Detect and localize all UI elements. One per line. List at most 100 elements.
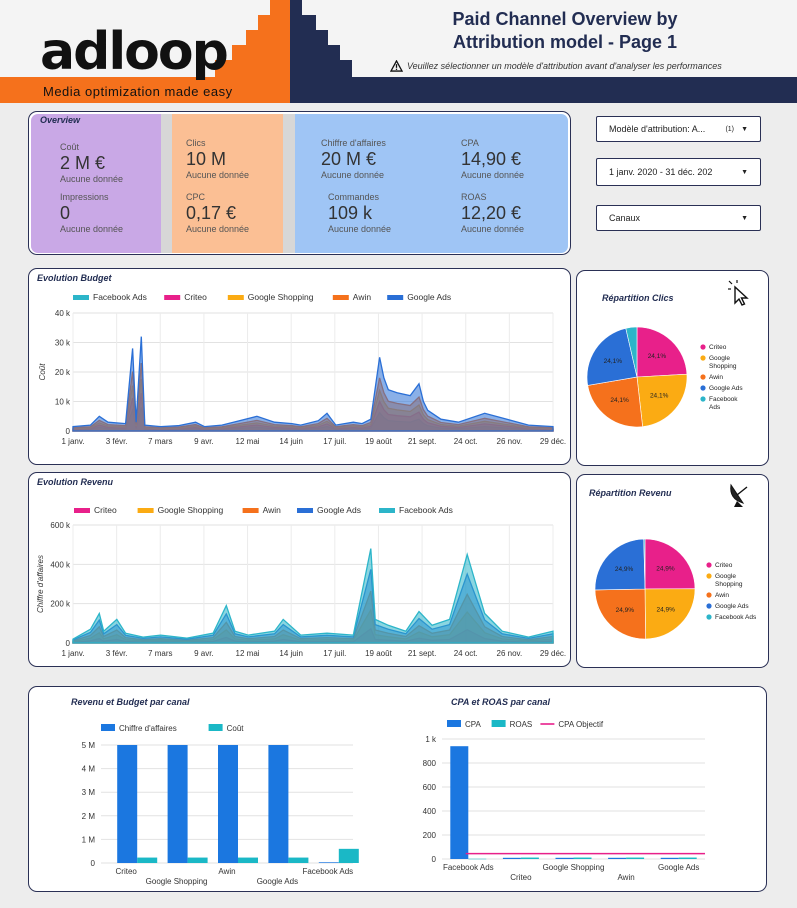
- bar-co-t: [338, 848, 359, 863]
- dish-antenna: [736, 486, 748, 496]
- bar-co-t: [187, 857, 208, 863]
- y-tick-label: 1 M: [82, 835, 96, 844]
- repartition-revenu-panel: Répartition Revenu 24,9% 24,9% 24,9% 24,9% Cr…: [576, 474, 769, 668]
- evolution-budget-panel: Evolution Budget Facebook Ads Criteo Google…: [28, 268, 571, 465]
- bar-co-t: [137, 857, 158, 863]
- repartition-clics-chart: Répartition Clics 24,1% 24,1% 24,1% 24,1% Cri…: [586, 280, 749, 428]
- kpi-ca-value: 20 M €: [321, 149, 377, 169]
- x-tick-label: Awin: [218, 867, 235, 876]
- pie-data-label: 24,9%: [656, 565, 675, 572]
- canaux-dropdown[interactable]: Canaux ▼: [596, 205, 761, 231]
- kpi-clics-sub: Aucune donnée: [186, 170, 250, 180]
- y-tick-label: 4 M: [82, 765, 96, 774]
- kpi-roas-label: ROAS: [461, 192, 487, 202]
- y-tick-label: 1 k: [425, 735, 437, 744]
- legend-swatch: [164, 295, 181, 300]
- pie-slice: [644, 538, 696, 590]
- x-tick-label: 7 mars: [148, 437, 172, 446]
- pie-slice: [594, 538, 646, 591]
- kpi-cpc-sub: Aucune donnée: [186, 224, 250, 234]
- bar-cpa: [502, 857, 521, 859]
- pie-data-label: 24,1%: [648, 353, 667, 360]
- kpi-cout-label: Coût: [60, 142, 80, 152]
- bottom-bar-charts: Revenu et Budget par canal Chiffre d'affa…: [71, 697, 705, 886]
- kpi-cout-value: 2 M €: [60, 153, 106, 173]
- x-tick-label: 26 nov.: [497, 649, 523, 658]
- bar-co-t: [288, 857, 309, 863]
- x-tick-label: Criteo: [510, 873, 532, 882]
- overview-title: Overview: [40, 115, 81, 125]
- x-tick-label: Criteo: [116, 867, 138, 876]
- kpi-clics-label: Clics: [186, 138, 206, 148]
- legend-swatch: [137, 508, 154, 513]
- bar-chiffre-d-affaires: [218, 745, 238, 863]
- bar-roas: [678, 857, 697, 859]
- x-tick-label: 21 sept.: [408, 649, 436, 658]
- bar-chiffre-d-affaires: [167, 745, 188, 863]
- legend-swatch: [706, 592, 712, 598]
- y-axis-label: Coût: [38, 363, 47, 381]
- legend-swatch: [706, 573, 712, 579]
- legend-label: Ads: [709, 404, 721, 411]
- y-tick-label: 5 M: [82, 741, 96, 750]
- x-tick-label: 9 avr.: [194, 437, 214, 446]
- click-ray: [728, 280, 733, 285]
- cursor-click-icon: [728, 280, 749, 306]
- bar-cpa: [555, 857, 574, 859]
- kpi-cpa-value: 14,90 €: [461, 149, 522, 169]
- overview-separator: [161, 114, 172, 253]
- evolution-revenu-panel: Evolution Revenu Criteo Google Shopping Awi…: [28, 472, 571, 667]
- repartition-revenu-chart: Répartition Revenu 24,9% 24,9% 24,9% 24,9% Cr…: [589, 483, 757, 640]
- x-tick-label: Google Shopping: [543, 863, 605, 872]
- legend-swatch: [101, 724, 115, 731]
- x-tick-label: 17 juil.: [323, 437, 346, 446]
- kpi-clics-value: 10 M: [186, 149, 227, 169]
- y-tick-label: 30 k: [55, 339, 71, 348]
- kpi-impressions-sub: Aucune donnée: [60, 224, 124, 234]
- legend-label: Chiffre d'affaires: [119, 724, 177, 733]
- warning-text: Veuillez sélectionner un modèle d'attrib…: [407, 61, 722, 71]
- bar-chiffre-d-affaires: [318, 862, 339, 863]
- legend-swatch: [700, 344, 706, 350]
- legend-swatch: [447, 720, 461, 727]
- bar-roas: [520, 857, 539, 859]
- kpi-cpa-sub: Aucune donnée: [461, 170, 525, 180]
- attribution-model-dropdown[interactable]: Modèle d'attribution: A... (1) ▼: [596, 116, 761, 142]
- kpi-impressions-value: 0: [60, 203, 71, 223]
- legend-label: Google Ads: [317, 505, 361, 515]
- date-range-label: 1 janv. 2020 - 31 déc. 202: [609, 167, 713, 177]
- y-tick-label: 10 k: [55, 398, 71, 407]
- kpi-commandes-value: 109 k: [328, 203, 373, 223]
- legend-swatch: [700, 385, 706, 391]
- x-tick-label: 26 nov.: [497, 437, 523, 446]
- legend-label: Awin: [715, 592, 729, 599]
- legend-label: Criteo: [709, 344, 727, 351]
- chart-title: CPA et ROAS par canal: [451, 697, 551, 707]
- legend-label: Google Ads: [407, 292, 451, 302]
- pie-data-label: 24,1%: [604, 358, 623, 365]
- kpi-roas-value: 12,20 €: [461, 203, 522, 223]
- satellite-dish-icon: [730, 483, 748, 507]
- legend-swatch: [379, 508, 395, 513]
- legend-swatch: [332, 295, 349, 300]
- y-tick-label: 0: [91, 859, 96, 868]
- legend-swatch: [208, 724, 223, 731]
- y-tick-label: 0: [66, 639, 71, 648]
- bar-cpa: [608, 857, 627, 859]
- evolution-revenu-chart: Evolution Revenu Criteo Google Shopping Awi…: [36, 477, 566, 658]
- chart-title: Revenu et Budget par canal: [71, 697, 190, 707]
- chart-title: Evolution Revenu: [37, 477, 114, 487]
- cursor-shape: [734, 285, 749, 306]
- pie-data-label: 24,9%: [656, 606, 675, 613]
- legend-label: Google: [709, 355, 730, 362]
- kpi-commandes-sub: Aucune donnée: [328, 224, 392, 234]
- kpi-commandes-label: Commandes: [328, 192, 380, 202]
- date-range-picker[interactable]: 1 janv. 2020 - 31 déc. 202 ▼: [596, 158, 761, 186]
- warning-icon: [390, 60, 403, 72]
- canaux-label: Canaux: [609, 213, 641, 223]
- chart-title: Répartition Clics: [602, 293, 674, 303]
- y-tick-label: 0: [432, 855, 437, 864]
- kpi-cpc-value: 0,17 €: [186, 203, 237, 223]
- repartition-clics-panel: Répartition Clics 24,1% 24,1% 24,1% 24,1% Cri…: [576, 270, 769, 466]
- y-tick-label: 400 k: [50, 560, 71, 569]
